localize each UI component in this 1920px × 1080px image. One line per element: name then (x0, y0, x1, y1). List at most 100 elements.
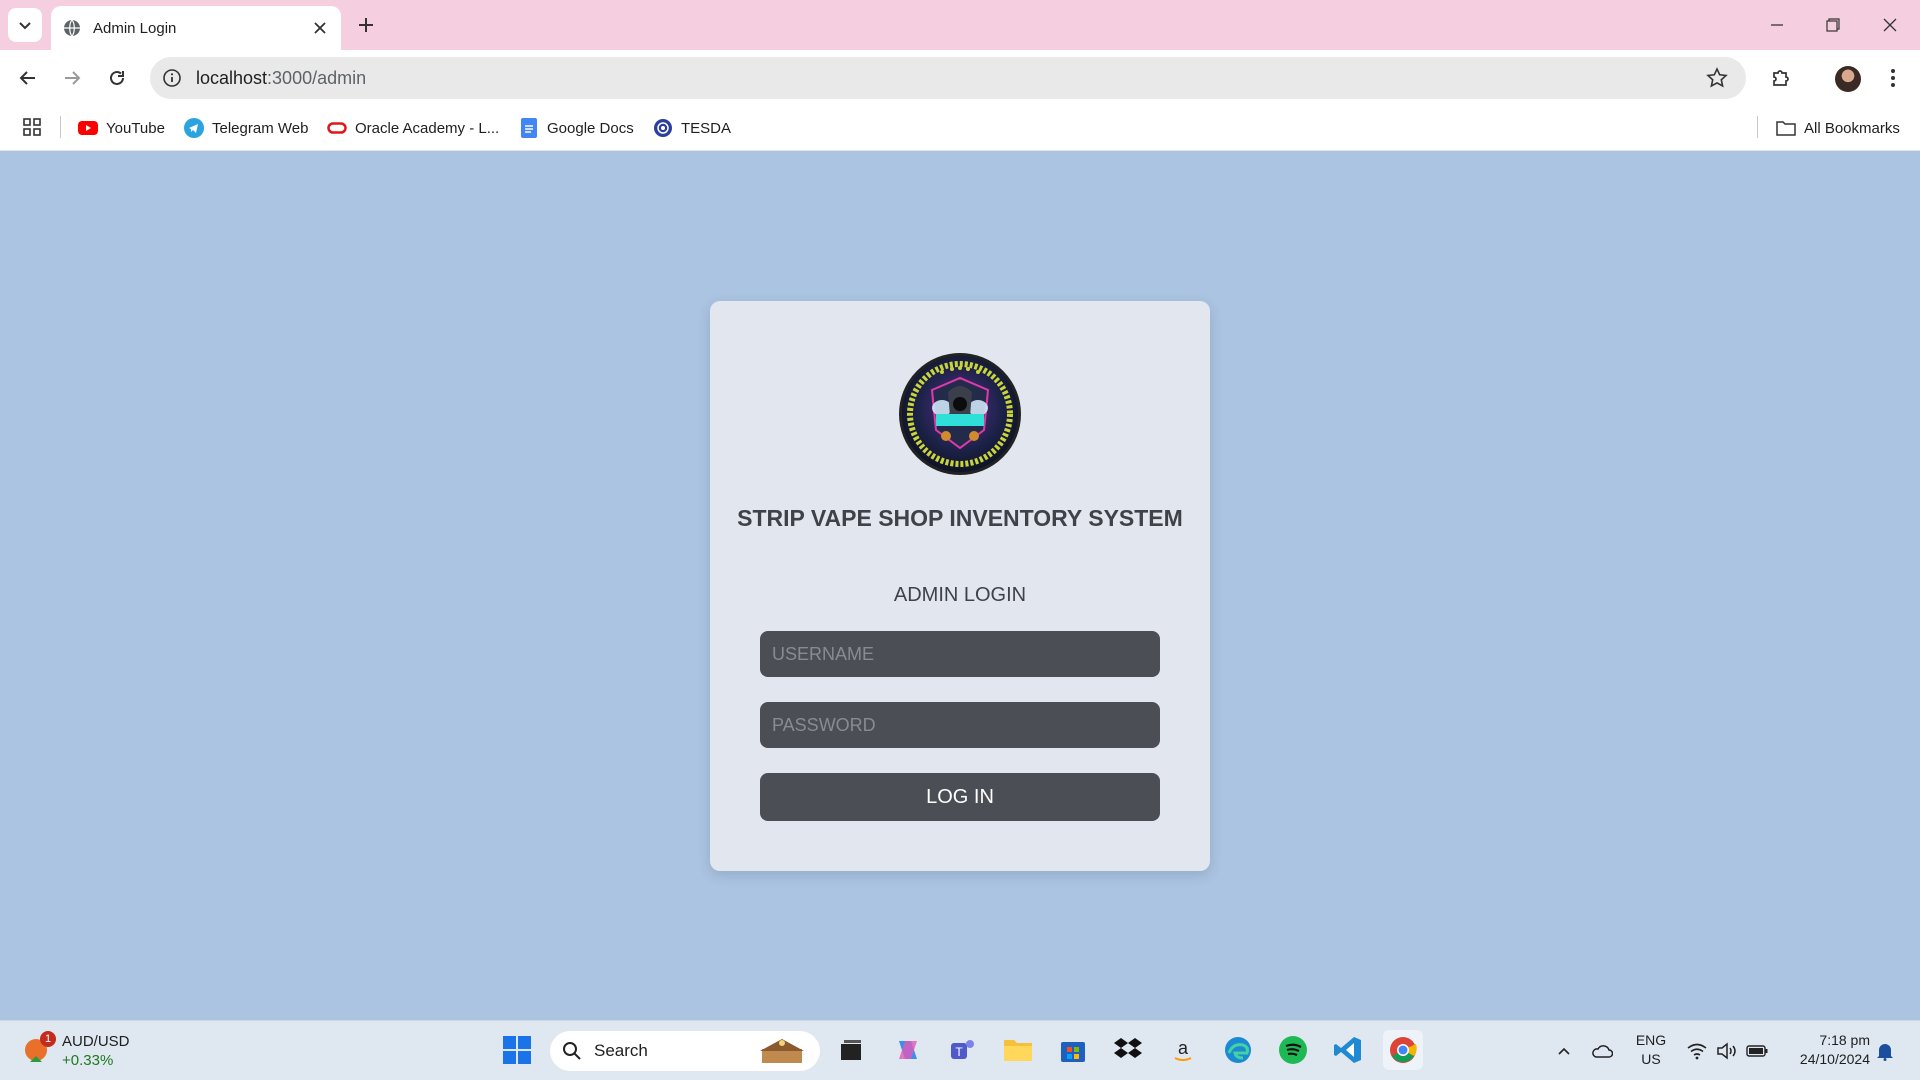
lang-line2: US (1641, 1051, 1661, 1067)
start-button[interactable] (497, 1030, 537, 1070)
spotify-button[interactable] (1273, 1030, 1313, 1070)
taskbar-search[interactable]: Search (550, 1031, 820, 1071)
more-vert-icon (1891, 69, 1895, 87)
widget-change: +0.33% (62, 1052, 114, 1069)
search-icon (563, 1042, 581, 1060)
back-button[interactable] (14, 64, 42, 92)
globe-icon (64, 19, 80, 37)
bookmarks-divider (60, 116, 61, 138)
search-highlight-icon (760, 1039, 804, 1063)
folder-icon (1004, 1040, 1032, 1061)
edge-button[interactable] (1218, 1030, 1258, 1070)
battery-icon (1746, 1045, 1768, 1057)
bookmark-telegram-web[interactable]: Telegram Web (184, 116, 308, 140)
windows-taskbar: 1 AUD/USD +0.33% Search T a ENG US 7:18 … (0, 1020, 1920, 1080)
extensions-button[interactable] (1767, 64, 1795, 92)
minimize-button[interactable] (1762, 10, 1792, 40)
edge-icon (1225, 1037, 1251, 1063)
address-bar[interactable]: localhost:3000/admin (150, 57, 1746, 99)
teams-icon: T (951, 1040, 974, 1059)
bookmark-label: TESDA (681, 119, 732, 137)
spotify-icon (1279, 1036, 1307, 1064)
bookmark-youtube[interactable]: YouTube (78, 116, 165, 140)
reload-icon (110, 70, 124, 85)
login-button[interactable]: LOG IN (760, 773, 1160, 821)
restore-button[interactable] (1818, 10, 1848, 40)
amazon-button[interactable]: a (1163, 1030, 1203, 1070)
svg-text:T: T (955, 1045, 963, 1059)
bookmark-oracle-academy[interactable]: Oracle Academy - L... (327, 116, 499, 140)
chrome-button[interactable] (1383, 1030, 1423, 1070)
market-widget-icon: 1 (22, 1031, 56, 1066)
notifications-button[interactable] (1873, 1039, 1897, 1063)
task-view-button[interactable] (831, 1030, 871, 1070)
tab-title: Admin Login (93, 19, 177, 37)
username-input[interactable] (760, 631, 1160, 677)
copilot-icon (899, 1041, 917, 1059)
all-bookmarks-button[interactable]: All Bookmarks (1776, 116, 1900, 140)
bookmark-google-docs[interactable]: Google Docs (519, 116, 634, 140)
oracle-icon (327, 118, 347, 138)
bookmark-tesda[interactable]: TESDA (653, 116, 731, 140)
password-input[interactable] (760, 702, 1160, 748)
store-icon (1061, 1042, 1085, 1062)
restore-icon (1826, 18, 1840, 32)
reload-button[interactable] (103, 64, 131, 92)
youtube-icon (78, 118, 98, 138)
all-bookmarks-label: All Bookmarks (1804, 119, 1900, 137)
wifi-icon (1687, 1043, 1707, 1060)
bookmark-star-icon[interactable] (1706, 67, 1728, 89)
shop-logo (899, 353, 1021, 475)
tab-search-button[interactable] (8, 8, 42, 42)
browser-toolbar: localhost:3000/admin (0, 50, 1920, 106)
input-language-indicator[interactable]: ENG US (1628, 1031, 1674, 1069)
forward-button[interactable] (58, 64, 86, 92)
teams-button[interactable]: T (943, 1030, 983, 1070)
chevron-up-icon (1558, 1047, 1570, 1055)
file-explorer-button[interactable] (998, 1030, 1038, 1070)
speaker-icon (1717, 1042, 1736, 1060)
app-title: STRIP VAPE SHOP INVENTORY SYSTEM (737, 505, 1183, 531)
chevron-down-icon (19, 22, 31, 30)
search-placeholder: Search (594, 1041, 648, 1060)
url-text[interactable]: localhost:3000/admin (196, 68, 366, 89)
network-button[interactable] (1685, 1039, 1709, 1063)
new-tab-button[interactable] (354, 13, 378, 37)
close-tab-icon[interactable] (311, 19, 329, 37)
profile-avatar[interactable] (1835, 66, 1861, 92)
bookmarks-divider (1757, 116, 1758, 138)
url-host: localhost (196, 67, 268, 88)
clock[interactable]: 7:18 pm 24/10/2024 (1780, 1031, 1870, 1069)
chrome-menu-button[interactable] (1879, 64, 1907, 92)
task-view-icon (841, 1040, 861, 1060)
chrome-icon (1390, 1037, 1417, 1063)
puzzle-icon (1773, 70, 1789, 86)
copilot-button[interactable] (888, 1030, 928, 1070)
windows-logo-icon (503, 1036, 531, 1064)
login-card: STRIP VAPE SHOP INVENTORY SYSTEM ADMIN L… (710, 301, 1210, 871)
onedrive-button[interactable] (1590, 1039, 1614, 1063)
close-icon (1883, 18, 1897, 32)
notification-badge: 1 (40, 1031, 56, 1047)
dropbox-icon (1114, 1038, 1142, 1058)
login-subtitle: ADMIN LOGIN (893, 584, 1027, 606)
bookmark-label: Oracle Academy - L... (355, 119, 500, 137)
dropbox-button[interactable] (1108, 1030, 1148, 1070)
show-hidden-icons-button[interactable] (1552, 1039, 1576, 1063)
close-window-button[interactable] (1875, 10, 1905, 40)
apps-grid-icon[interactable] (22, 117, 42, 137)
bookmark-label: Telegram Web (212, 119, 309, 137)
vscode-button[interactable] (1328, 1030, 1368, 1070)
market-widget[interactable]: 1 AUD/USD +0.33% (22, 1029, 130, 1073)
telegram-icon (184, 118, 204, 138)
vscode-icon (1334, 1037, 1361, 1063)
arrow-left-icon (19, 71, 35, 85)
volume-button[interactable] (1715, 1039, 1739, 1063)
tab-admin-login[interactable]: Admin Login (51, 6, 341, 50)
plus-icon (359, 18, 373, 32)
arrow-right-icon (65, 71, 81, 85)
microsoft-store-button[interactable] (1053, 1030, 1093, 1070)
clock-time: 7:18 pm (1819, 1032, 1870, 1048)
battery-button[interactable] (1745, 1039, 1769, 1063)
site-info-icon[interactable] (162, 68, 182, 88)
